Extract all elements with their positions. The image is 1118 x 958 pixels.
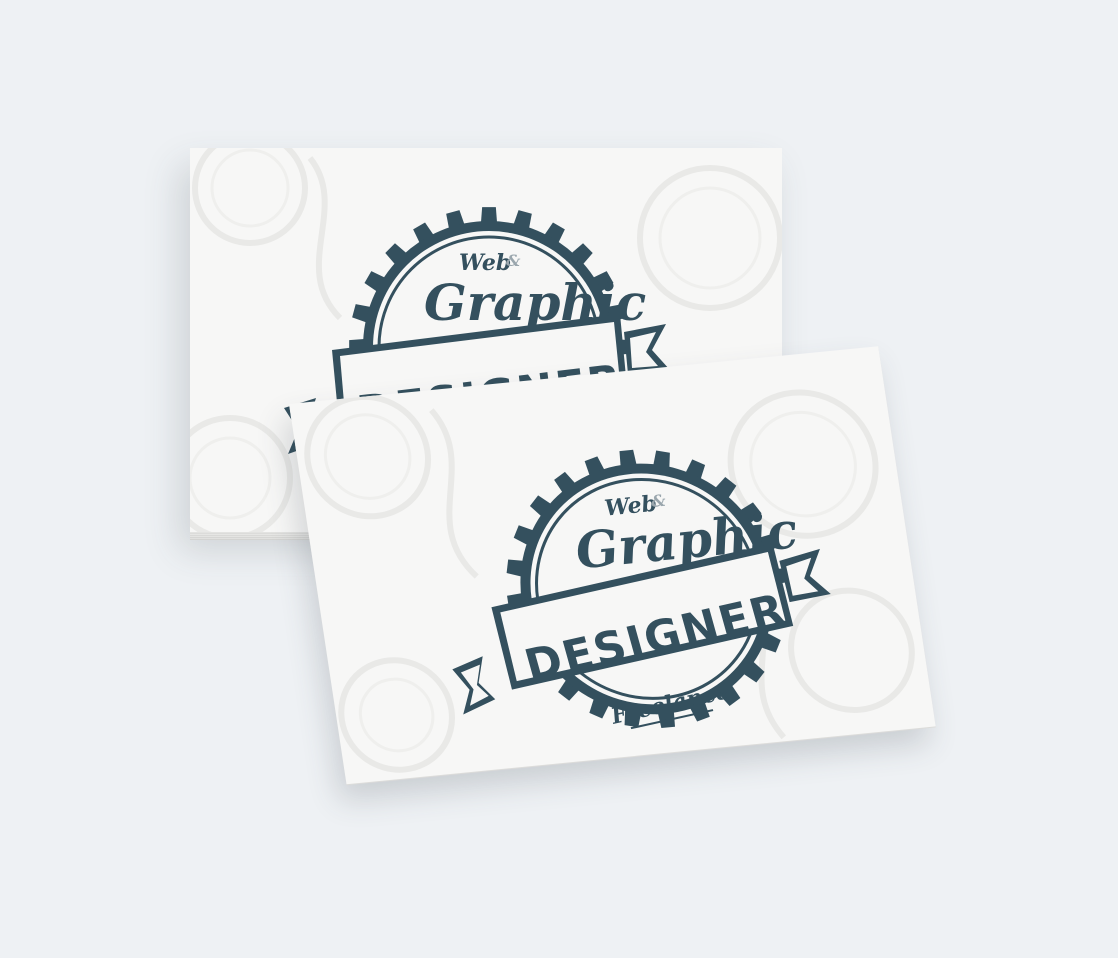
designer-badge-logo: Web & Graphic DESIGNER Freelance	[452, 449, 831, 730]
ampersand-text: &	[506, 251, 521, 270]
business-card-front: Web & Graphic DESIGNER Freelance	[289, 346, 936, 785]
mockup-scene: Web & Graphic DESIGNER Freelance	[0, 0, 1118, 958]
